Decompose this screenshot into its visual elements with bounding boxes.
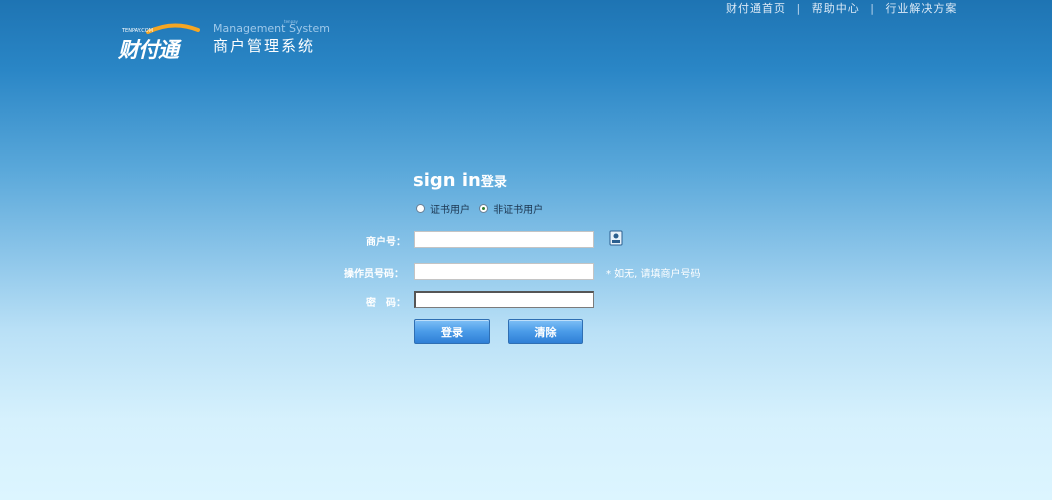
password-label: 密 码： [366, 298, 406, 309]
logo-english-title: Management System [213, 22, 330, 35]
operator-number-label: 操作员号码： [344, 269, 404, 280]
nav-link-industry-solutions[interactable]: 行业解决方案 [885, 2, 957, 15]
title-english: sign in [413, 170, 481, 191]
nav-link-help-center[interactable]: 帮助中心 [812, 2, 860, 15]
merchant-number-input[interactable] [414, 231, 594, 248]
radio-label: 证书用户 [430, 205, 470, 216]
logo: TENPAY.COM 财付通 Management System tenpay … [118, 19, 330, 62]
operator-hint-text: * 如无, 请填商户号码 [606, 269, 701, 280]
login-button[interactable]: 登录 [414, 319, 490, 344]
radio-non-certificate-user[interactable]: 非证书用户 [479, 201, 543, 216]
logo-chinese-title: 商户管理系统 [213, 37, 316, 55]
logo-tiny-text: tenpay [284, 19, 298, 24]
clear-button[interactable]: 清除 [508, 319, 583, 344]
title-chinese: 登录 [480, 175, 507, 190]
password-input[interactable] [414, 291, 594, 308]
radio-button-checked-icon[interactable] [479, 204, 489, 213]
nav-link-tenpay-home[interactable]: 财付通首页 [726, 2, 786, 15]
tenpay-logo-mark: TENPAY.COM 财付通 [118, 22, 208, 62]
operator-number-input[interactable] [414, 263, 594, 280]
page-title: sign in登录 [413, 170, 507, 191]
nav-separator: | [870, 2, 875, 15]
certificate-user-icon[interactable] [608, 230, 624, 246]
logo-brand-text: 财付通 [118, 38, 179, 62]
nav-separator: | [796, 2, 802, 15]
radio-button-icon[interactable] [416, 204, 425, 213]
radio-certificate-user[interactable]: 证书用户 [416, 201, 470, 216]
top-navigation: 财付通首页 | 帮助中心 | 行业解决方案 [726, 0, 957, 16]
merchant-number-label: 商户号： [366, 237, 406, 248]
user-type-radio-group: 证书用户 非证书用户 [416, 201, 549, 216]
radio-label: 非证书用户 [493, 205, 544, 216]
